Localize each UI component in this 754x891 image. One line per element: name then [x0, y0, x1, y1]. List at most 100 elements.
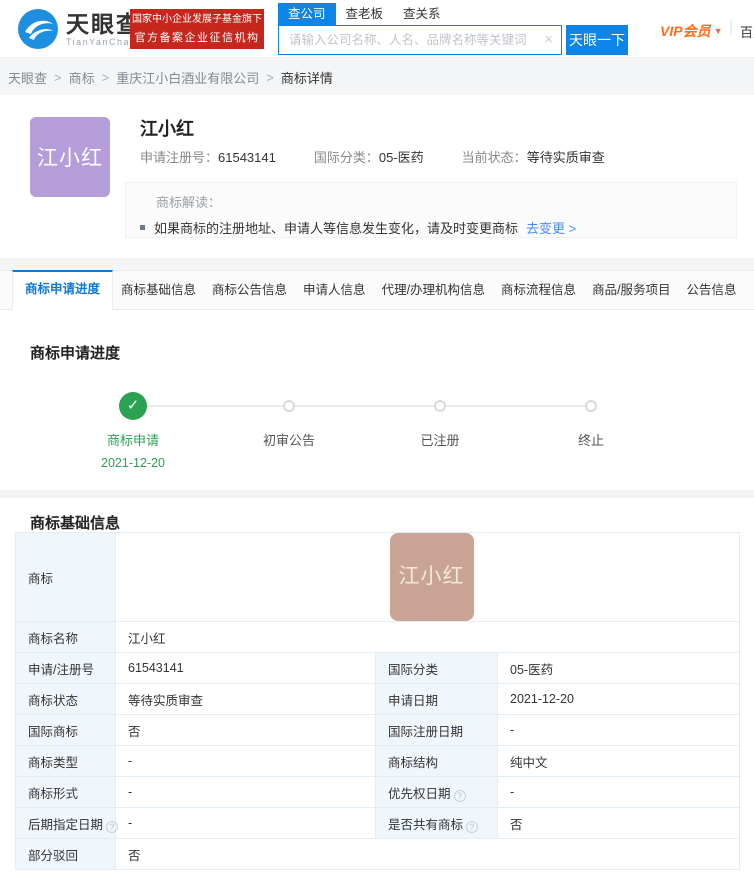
badge-line1: 国家中小企业发展子基金旗下: [132, 14, 262, 25]
field-value: 等待实质审查: [526, 150, 605, 165]
field-value: 61543141: [218, 150, 276, 165]
search-tabs: 查公司 查老板 查关系: [278, 3, 628, 25]
progress-step-1: 初审公告: [219, 392, 359, 449]
field-value: -: [115, 807, 376, 839]
step-circle-icon: [434, 400, 446, 412]
trademark-image: 江小红: [389, 533, 474, 621]
step-circle-icon: [585, 400, 597, 412]
progress-step-3: 终止: [521, 392, 661, 449]
field-value: 05-医药: [378, 150, 424, 165]
nav-tab-4[interactable]: 代理/办理机构信息: [374, 271, 493, 309]
progress-steps: ✓ 商标申请 2021-12-20 初审公告 已注册 终止: [30, 310, 724, 490]
search-tab-1[interactable]: 查老板: [336, 3, 394, 25]
field-label: 国际商标: [15, 714, 116, 746]
field-label: 优先权日期?: [375, 776, 498, 808]
breadcrumb-link-1[interactable]: 商标: [69, 68, 95, 87]
help-icon[interactable]: ?: [106, 820, 119, 833]
field-value: -: [115, 776, 376, 808]
field-value: -: [496, 776, 741, 808]
trademark-image-cell: 江小红: [114, 532, 741, 622]
page-title: 江小红: [140, 119, 194, 139]
breadcrumb-separator: >: [266, 69, 274, 85]
check-icon: ✓: [119, 392, 147, 420]
header-divider: |: [729, 18, 734, 35]
basic-info-table-body: 商标 江小红 商标名称 江小红 申请/注册号 61543141 国际分类 05-医药 商标状态等…: [15, 532, 741, 870]
badge-line2: 官方备案企业征信机构: [134, 32, 260, 44]
breadcrumb-link-0[interactable]: 天眼查: [8, 68, 47, 87]
field-label: 商标名称: [15, 621, 116, 653]
detail-nav-tabs: 商标申请进度 商标基础信息 商标公告信息 申请人信息 代理/办理机构信息 商标流程信息 商品…: [0, 270, 754, 310]
clear-icon[interactable]: ×: [544, 31, 553, 49]
field-label: 是否共有商标?: [375, 807, 498, 839]
nav-tab-1[interactable]: 商标基础信息: [113, 271, 204, 309]
table-row: 商标类型 - 商标结构 纯中文: [15, 745, 741, 777]
search-tab-2[interactable]: 查关系: [393, 3, 451, 25]
trademark-field-1: 国际分类：05-医药: [314, 147, 424, 166]
basic-info-table: 商标 江小红 商标名称 江小红 申请/注册号 61543141 国际分类 05-医药 商标状态等…: [15, 532, 741, 870]
nav-tab-7[interactable]: 公告信息: [679, 271, 745, 309]
go-change-link[interactable]: 去变更 >: [526, 218, 576, 237]
search-area: 查公司查老板查关系 × 天眼一下: [278, 3, 628, 55]
table-row: 申请/注册号 61543141 国际分类 05-医药: [15, 652, 741, 684]
interpretation-title: 商标解读：: [156, 195, 222, 210]
nav-tab-6[interactable]: 商品/服务项目: [584, 271, 678, 309]
field-label: 国际分类: [375, 652, 498, 684]
field-value: 江小红: [114, 621, 741, 653]
search-button[interactable]: 天眼一下: [566, 25, 628, 55]
field-value: -: [115, 745, 376, 777]
step-circle-icon: [283, 400, 295, 412]
nav-tab-0[interactable]: 商标申请进度: [12, 270, 114, 310]
field-label: 商标状态: [15, 683, 116, 715]
field-value: 否: [114, 838, 741, 870]
search-input[interactable]: [278, 25, 562, 55]
help-icon[interactable]: ?: [453, 789, 466, 802]
field-value: 等待实质审查: [115, 683, 376, 715]
table-row: 商标形式 - 优先权日期? -: [15, 776, 741, 808]
field-label: 国际注册日期: [375, 714, 498, 746]
field-value: 05-医药: [496, 652, 741, 684]
nav-tab-5[interactable]: 商标流程信息: [493, 271, 584, 309]
field-value: 否: [115, 714, 376, 746]
trademark-key-fields: 申请注册号：61543141 国际分类：05-医药 当前状态：等待实质审查: [140, 147, 605, 166]
tianyancha-logo-icon: [18, 9, 58, 49]
tip-bullet-icon: [140, 225, 145, 230]
interpretation-box: 商标解读： 如果商标的注册地址、申请人等信息发生变化，请及时变更商标 去变更 >: [125, 182, 737, 238]
interpretation-tip: 如果商标的注册地址、申请人等信息发生变化，请及时变更商标: [154, 221, 519, 236]
progress-step-0: ✓ 商标申请 2021-12-20: [63, 392, 203, 470]
field-value: 否: [496, 807, 741, 839]
field-label: 商标: [15, 532, 116, 622]
field-label: 国际分类：: [313, 150, 379, 165]
nav-tab-3[interactable]: 申请人信息: [295, 271, 374, 309]
step-label: 已注册: [420, 433, 460, 448]
field-label: 后期指定日期?: [15, 807, 119, 839]
trademark-logo: 江小红: [30, 117, 110, 197]
breadcrumb-separator: >: [101, 69, 110, 85]
field-value: 纯中文: [496, 745, 741, 777]
basic-info-title: 商标基础信息: [30, 515, 121, 532]
progress-step-2: 已注册: [370, 392, 510, 449]
field-label: 申请/注册号: [15, 652, 116, 684]
certification-badge: 国家中小企业发展子基金旗下 官方备案企业征信机构: [130, 9, 264, 49]
field-label: 商标形式: [15, 776, 116, 808]
trademark-field-2: 当前状态：等待实质审查: [462, 147, 605, 166]
field-label: 申请日期: [375, 683, 498, 715]
step-date: 2021-12-20: [101, 456, 165, 470]
field-label: 申请注册号：: [140, 150, 219, 165]
table-row: 商标状态 等待实质审查 申请日期 2021-12-20: [15, 683, 741, 715]
help-icon[interactable]: ?: [466, 820, 479, 833]
top-header: 天眼查 TianYanCha.com 国家中小企业发展子基金旗下 官方备案企业征…: [0, 0, 754, 58]
table-row: 部分驳回否: [15, 838, 741, 870]
vip-label: VIP会员: [660, 23, 711, 39]
search-tab-0[interactable]: 查公司: [278, 3, 336, 25]
progress-section: 商标申请进度 ✓ 商标申请 2021-12-20 初审公告 已注册 终止: [0, 310, 754, 490]
vip-member-menu[interactable]: VIP会员 ▼: [660, 21, 723, 41]
field-label: 当前状态：: [461, 150, 527, 165]
field-label: 商标类型: [15, 745, 116, 777]
nav-tab-2[interactable]: 商标公告信息: [204, 271, 295, 309]
field-label: 部分驳回: [15, 838, 116, 870]
toolbox-link[interactable]: 百宝: [740, 22, 754, 41]
step-label: 初审公告: [262, 433, 315, 448]
breadcrumb: 天眼查 > 商标 > 重庆江小白酒业有限公司 > 商标详情: [0, 59, 754, 95]
step-label: 商标申请: [106, 433, 159, 448]
breadcrumb-link-2[interactable]: 重庆江小白酒业有限公司: [116, 68, 259, 87]
